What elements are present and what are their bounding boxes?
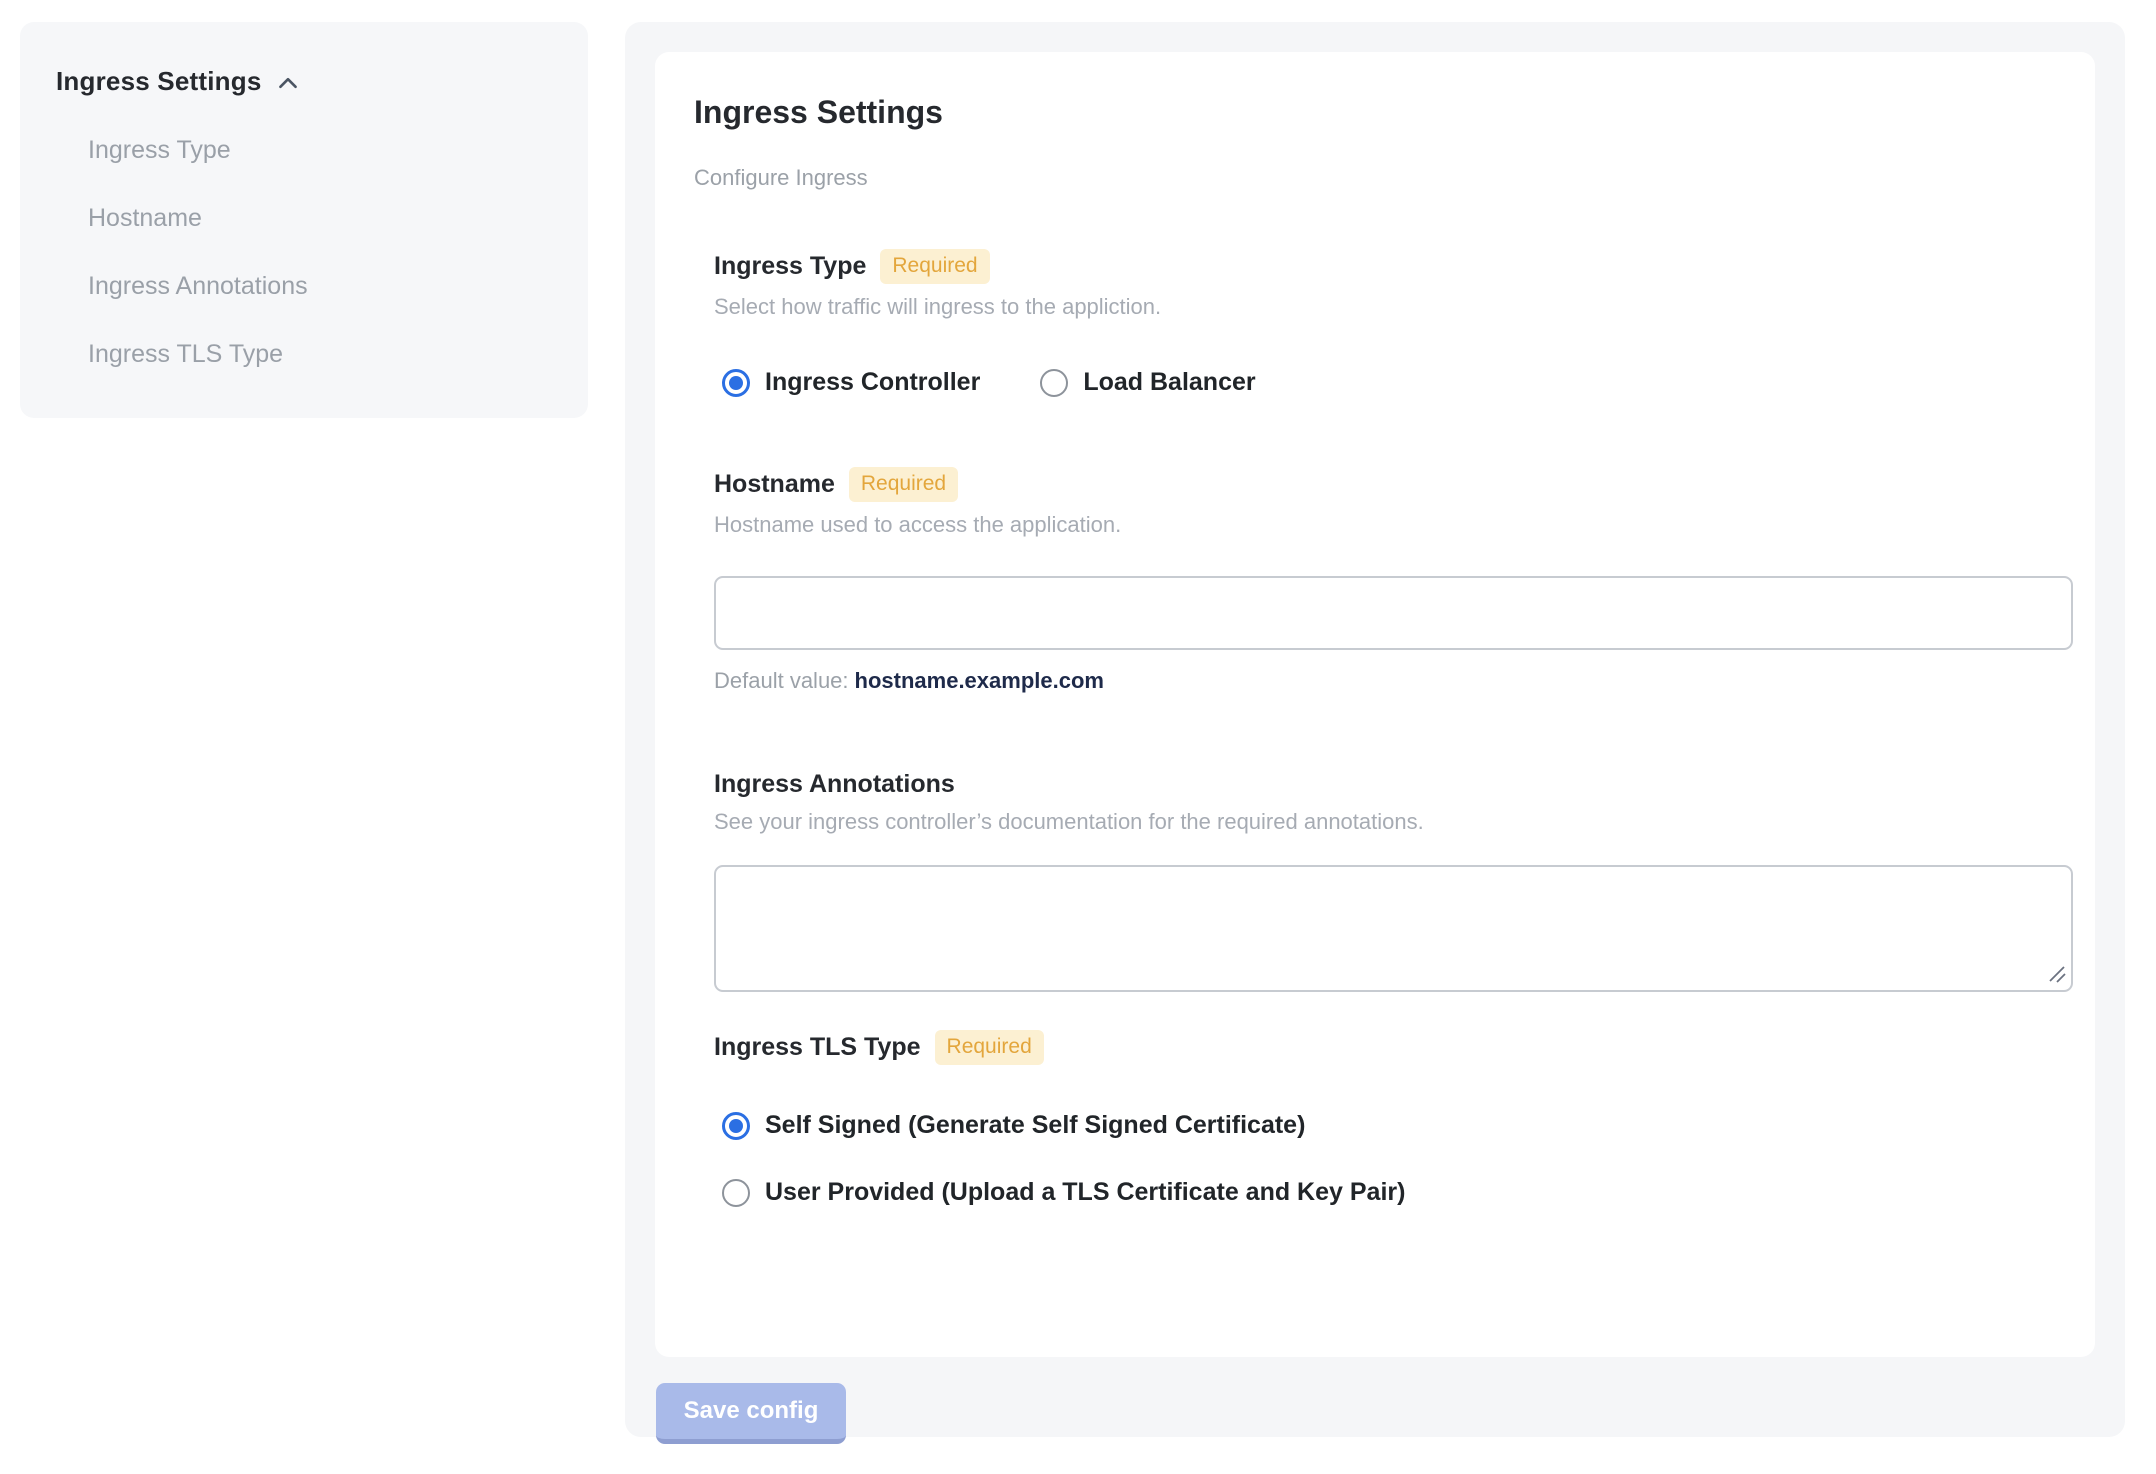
field-hostname: Hostname Required Hostname used to acces… [694, 467, 2073, 694]
radio-option-self-signed[interactable]: Self Signed (Generate Self Signed Certif… [722, 1111, 2073, 1140]
hostname-description: Hostname used to access the application. [714, 512, 1122, 537]
sidebar-nav: Ingress Type Hostname Ingress Annotation… [56, 137, 558, 367]
radio-label[interactable]: Self Signed (Generate Self Signed Certif… [765, 1111, 1305, 1140]
ingress-tls-type-label: Ingress TLS Type [714, 1033, 921, 1061]
required-badge: Required [934, 1030, 1044, 1065]
radio-unselected-icon[interactable] [1040, 368, 1069, 397]
radio-selected-icon[interactable] [722, 368, 750, 397]
default-value-label: Default value: [714, 668, 849, 693]
radio-label[interactable]: Ingress Controller [765, 368, 980, 397]
save-config-button[interactable]: Save config [656, 1383, 846, 1444]
hostname-default-line: Default value: hostname.example.com [714, 668, 2073, 694]
sidebar-section-header[interactable]: Ingress Settings [56, 66, 558, 97]
radio-label[interactable]: Load Balancer [1083, 368, 1255, 397]
required-badge: Required [848, 467, 959, 502]
ingress-type-description: Select how traffic will ingress to the a… [714, 294, 1162, 319]
field-ingress-tls-type: Ingress TLS Type Required Self Signed (G… [694, 1030, 2073, 1207]
sidebar-item-ingress-tls-type[interactable]: Ingress TLS Type [88, 341, 558, 367]
field-ingress-type: Ingress Type Required Select how traffic… [694, 249, 2073, 397]
radio-unselected-icon[interactable] [722, 1178, 750, 1207]
sidebar-item-ingress-annotations[interactable]: Ingress Annotations [88, 273, 558, 299]
settings-sidebar: Ingress Settings Ingress Type Hostname I… [20, 22, 588, 418]
page-subtitle: Configure Ingress [694, 165, 868, 190]
radio-option-load-balancer[interactable]: Load Balancer [1040, 368, 1256, 397]
ingress-type-radio-group: Ingress Controller Load Balancer [714, 368, 2073, 397]
main-panel: Ingress Settings Configure Ingress Ingre… [625, 22, 2125, 1444]
chevron-up-icon[interactable] [275, 70, 301, 96]
ingress-annotations-label: Ingress Annotations [714, 770, 955, 798]
radio-option-ingress-controller[interactable]: Ingress Controller [722, 368, 980, 397]
textarea-resize-handle[interactable] [2046, 963, 2068, 985]
required-badge: Required [880, 249, 990, 284]
radio-selected-icon[interactable] [722, 1111, 750, 1140]
sidebar-item-ingress-type[interactable]: Ingress Type [88, 137, 558, 163]
sidebar-item-hostname[interactable]: Hostname [88, 205, 558, 231]
sidebar-section-title: Ingress Settings [56, 66, 262, 96]
field-ingress-annotations: Ingress Annotations See your ingress con… [694, 770, 2073, 992]
page-title: Ingress Settings [694, 94, 943, 130]
ingress-type-label: Ingress Type [714, 252, 867, 280]
hostname-label: Hostname [714, 470, 835, 498]
radio-label[interactable]: User Provided (Upload a TLS Certificate … [765, 1178, 1405, 1207]
hostname-input[interactable] [714, 576, 2073, 650]
ingress-tls-radio-group: Self Signed (Generate Self Signed Certif… [714, 1111, 2073, 1207]
radio-option-user-provided[interactable]: User Provided (Upload a TLS Certificate … [722, 1178, 2073, 1207]
ingress-settings-card: Ingress Settings Configure Ingress Ingre… [655, 52, 2095, 1357]
ingress-annotations-textarea[interactable] [714, 865, 2073, 992]
ingress-annotations-description: See your ingress controller’s documentat… [714, 809, 1424, 834]
default-value-text: hostname.example.com [854, 668, 1104, 693]
